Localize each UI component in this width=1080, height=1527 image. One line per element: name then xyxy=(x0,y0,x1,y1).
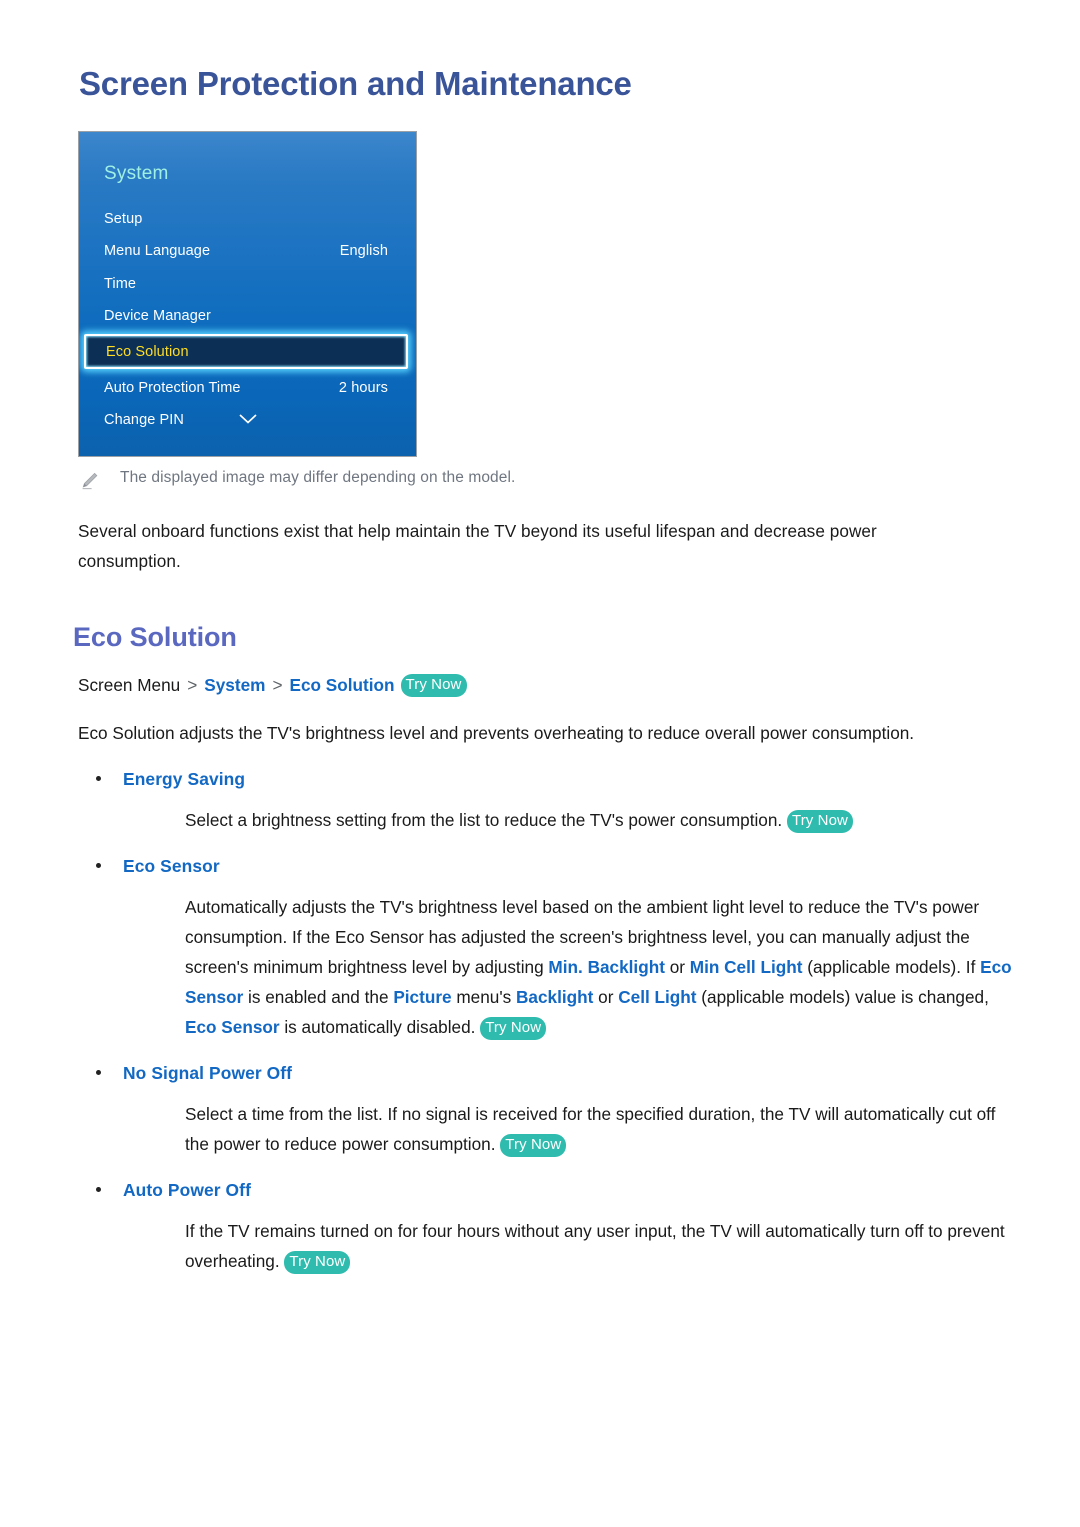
tv-menu-panel: System Setup Menu Language English Time Devi… xyxy=(78,131,417,458)
tv-menu-row[interactable]: Menu Language English xyxy=(79,235,416,268)
page-title: Screen Protection and Maintenance xyxy=(79,65,632,102)
section-title: Eco Solution xyxy=(73,622,237,653)
body-text-run: menu's xyxy=(451,987,517,1008)
tv-menu-figure: System Setup Menu Language English Time Devi… xyxy=(78,131,419,458)
breadcrumb: Screen Menu > System > Eco Solution Try … xyxy=(78,672,1020,698)
bullet-label: Eco Sensor xyxy=(123,856,220,877)
bullet-heading: Eco Sensor xyxy=(78,856,1020,877)
figure-note-text: The displayed image may differ depending… xyxy=(120,469,516,487)
tv-menu-row-label: Auto Protection Time xyxy=(104,379,241,396)
body-text-run: (applicable models). If xyxy=(802,957,981,978)
section-description: Eco Solution adjusts the TV's brightness… xyxy=(78,723,915,744)
tv-menu-row-label: Setup xyxy=(104,210,143,227)
bullet-label: Energy Saving xyxy=(123,769,246,790)
tv-menu-header: System xyxy=(104,163,169,185)
bullet-dot-icon xyxy=(96,1070,101,1076)
try-now-badge[interactable]: Try Now xyxy=(786,810,853,834)
tv-menu-row-label: Menu Language xyxy=(104,243,211,260)
tv-menu-row-label: Time xyxy=(104,275,137,292)
tv-menu-row[interactable]: Setup xyxy=(79,202,416,235)
bullet-heading: Auto Power Off xyxy=(78,1180,1020,1201)
intro-paragraph: Several onboard functions exist that hel… xyxy=(78,521,877,572)
inline-keyword[interactable]: Eco Sensor xyxy=(185,1017,280,1037)
inline-keyword[interactable]: Picture xyxy=(393,987,451,1007)
document-page: Screen Protection and Maintenance System… xyxy=(0,0,1080,1527)
bullet-heading: No Signal Power Off xyxy=(78,1063,1020,1084)
tv-menu-row[interactable]: Time xyxy=(79,267,416,300)
body-text-run: or xyxy=(664,957,690,978)
bullet-body: If the TV remains turned on for four hou… xyxy=(185,1216,1020,1276)
chevron-down-icon[interactable] xyxy=(79,412,416,430)
bullet-sections: Energy Saving Select a brightness setting… xyxy=(60,769,1020,1276)
tv-menu-row-label: Device Manager xyxy=(104,308,211,325)
try-now-badge[interactable]: Try Now xyxy=(480,1017,547,1041)
body-text-run: (applicable models) value is changed, xyxy=(696,987,989,1008)
body-text-run: is automatically disabled. xyxy=(279,1017,476,1038)
pencil-icon xyxy=(78,470,100,492)
tv-menu-row[interactable]: Device Manager xyxy=(79,300,416,333)
inline-keyword[interactable]: Min. Backlight xyxy=(548,957,665,977)
tv-menu-row-label: Eco Solution xyxy=(106,343,189,360)
try-now-badge[interactable]: Try Now xyxy=(400,673,467,697)
body-text-run: Select a brightness setting from the lis… xyxy=(185,810,783,831)
bullet-body: Automatically adjusts the TV's brightnes… xyxy=(185,892,1020,1042)
bullet-dot-icon xyxy=(96,863,101,869)
tv-menu-row-value: 2 hours xyxy=(338,379,388,396)
inline-keyword[interactable]: Cell Light xyxy=(618,987,696,1007)
breadcrumb-separator-2: > xyxy=(272,675,283,696)
body-text-run: or xyxy=(593,987,619,1008)
breadcrumb-link-system[interactable]: System xyxy=(204,672,265,698)
figure-note: The displayed image may differ depending… xyxy=(78,469,1020,492)
tv-menu-list: Setup Menu Language English Time Device Mana… xyxy=(79,202,416,436)
bullet-label: Auto Power Off xyxy=(123,1180,251,1201)
breadcrumb-link-eco-solution[interactable]: Eco Solution xyxy=(289,672,394,698)
bullet-body: Select a brightness setting from the lis… xyxy=(185,805,1020,835)
bullet-body: Select a time from the list. If no signa… xyxy=(185,1099,1020,1159)
tv-menu-row[interactable]: Eco Solution xyxy=(84,334,408,370)
bullet-dot-icon xyxy=(96,1187,101,1193)
body-text-run: is enabled and the xyxy=(243,987,394,1008)
bullet-dot-icon xyxy=(96,776,101,782)
body-text-run: Select a time from the list. If no signa… xyxy=(185,1104,996,1155)
tv-menu-row[interactable]: Auto Protection Time 2 hours xyxy=(79,371,416,404)
bullet-label: No Signal Power Off xyxy=(123,1063,293,1084)
bullet-heading: Energy Saving xyxy=(78,769,1020,790)
try-now-badge[interactable]: Try Now xyxy=(284,1251,351,1275)
tv-menu-row-value: English xyxy=(339,243,388,260)
breadcrumb-separator-1: > xyxy=(187,675,198,696)
breadcrumb-root: Screen Menu xyxy=(78,675,181,696)
inline-keyword[interactable]: Backlight xyxy=(516,987,593,1007)
inline-keyword[interactable]: Min Cell Light xyxy=(690,957,803,977)
try-now-badge[interactable]: Try Now xyxy=(500,1134,567,1158)
